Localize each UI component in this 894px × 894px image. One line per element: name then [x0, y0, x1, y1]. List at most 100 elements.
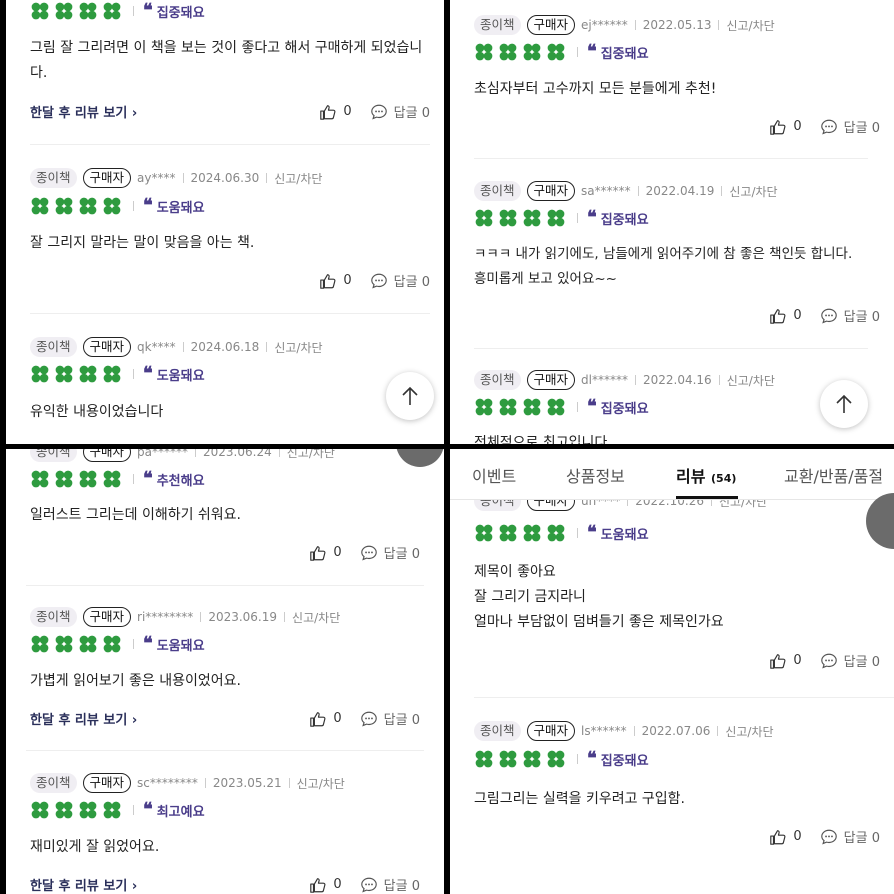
rating-label: 집중돼요 [600, 212, 649, 228]
thumbs-up-icon[interactable] [309, 876, 327, 894]
clover-icon [102, 801, 122, 819]
buyer-tag: 구매자 [526, 15, 576, 35]
review-text-line: 얼마나 부담없이 덤벼들기 좋은 제목인가요 [474, 614, 724, 630]
clover-icon [102, 365, 122, 383]
tab-exchange-return[interactable]: 교환/반품/품절 [784, 463, 883, 487]
review-item: 종이책 구매자 pa****** 2023.06.24 신고/차단 ❝ 추천해요… [30, 449, 430, 569]
reply-label[interactable]: 답글 0 [844, 651, 880, 670]
report-block-link[interactable]: 신고/차단 [274, 170, 322, 187]
review-item: ❝ 집중돼요 그림 잘 그리려면 이 책을 보는 것이 좋다고 해서 구매하게 … [30, 0, 430, 125]
reply-label[interactable]: 답글 0 [394, 102, 430, 121]
arrow-up-icon [836, 394, 852, 413]
comment-icon[interactable] [820, 307, 838, 325]
comment-icon[interactable] [370, 272, 388, 290]
report-block-link[interactable]: 신고/차단 [292, 609, 340, 626]
report-block-link[interactable]: 신고/차단 [287, 449, 335, 461]
reply-label[interactable]: 답글 0 [384, 709, 420, 728]
like-count: 0 [343, 273, 352, 288]
like-count: 0 [333, 877, 342, 892]
comment-icon[interactable] [360, 544, 378, 562]
reply-label[interactable]: 답글 0 [844, 827, 880, 846]
report-block-link[interactable]: 신고/차단 [729, 183, 777, 200]
clover-icon [30, 635, 50, 653]
review-meta: 종이책 구매자 ej****** 2022.05.13 신고/차단 [474, 14, 775, 36]
rating-label: 도움돼요 [156, 200, 205, 216]
user-id: pa****** [137, 449, 189, 459]
paper-book-tag: 종이책 [30, 449, 77, 462]
rating-label: 최고예요 [156, 804, 205, 820]
report-block-link[interactable]: 신고/차단 [725, 723, 773, 740]
clover-icon [78, 365, 98, 383]
chevron-right-icon: › [131, 106, 138, 121]
clover-icon [54, 365, 74, 383]
reply-label[interactable]: 답글 0 [844, 117, 880, 136]
review-text: 제목이 좋아요 잘 그리기 금지라니 얼마나 부담없이 덤벼들기 좋은 제목인가… [474, 560, 880, 635]
thumbs-up-icon[interactable] [769, 118, 787, 136]
scroll-to-top-button[interactable] [386, 372, 434, 420]
report-block-link[interactable]: 신고/차단 [274, 339, 322, 356]
quote-icon: ❝ [143, 468, 153, 489]
comment-icon[interactable] [820, 828, 838, 846]
comment-icon[interactable] [360, 710, 378, 728]
thumbs-up-icon[interactable] [769, 828, 787, 846]
like-count: 0 [333, 545, 342, 560]
buyer-tag: 구매자 [82, 168, 132, 188]
rating-row: ❝ 집중돼요 [30, 1, 205, 21]
review-meta: 종이책 구매자 pa****** 2023.06.24 신고/차단 [30, 449, 335, 463]
like-count: 0 [793, 308, 802, 323]
review-item: 종이책 구매자 sc******** 2023.05.21 신고/차단 ❝ 최고… [30, 772, 430, 894]
quote-icon: ❝ [143, 0, 153, 21]
clover-icon [102, 470, 122, 488]
one-month-review-link[interactable]: 한달 후 리뷰 보기 › [30, 102, 137, 121]
thumbs-up-icon[interactable] [309, 710, 327, 728]
reply-label[interactable]: 답글 0 [394, 271, 430, 290]
clover-icon [522, 398, 542, 416]
report-block-link[interactable]: 신고/차단 [297, 775, 345, 792]
clover-icon [54, 801, 74, 819]
reply-label[interactable]: 답글 0 [844, 306, 880, 325]
thumbs-up-icon[interactable] [319, 272, 337, 290]
review-date: 2024.06.18 [190, 340, 260, 354]
tab-review[interactable]: 리뷰 (54) [676, 463, 736, 487]
review-meta: 종이책 구매자 sa****** 2022.04.19 신고/차단 [474, 180, 778, 202]
review-meta: 종이책 구매자 ls****** 2022.07.06 신고/차단 [474, 720, 774, 742]
clover-icon [30, 2, 50, 20]
rating-row: ❝ 집중돼요 [474, 42, 649, 62]
comment-icon[interactable] [360, 876, 378, 894]
clover-icon [498, 524, 518, 542]
one-month-review-link[interactable]: 한달 후 리뷰 보기 › [30, 875, 137, 894]
user-id: ri******** [137, 610, 194, 624]
comment-icon[interactable] [820, 652, 838, 670]
clover-icon [54, 470, 74, 488]
tab-event[interactable]: 이벤트 [472, 463, 516, 487]
review-meta: 종이책 구매자 dl****** 2022.04.16 신고/차단 [474, 369, 775, 391]
review-actions: 0 답글 0 [319, 102, 430, 121]
reply-label[interactable]: 답글 0 [384, 875, 420, 894]
scroll-to-top-button[interactable] [820, 380, 868, 428]
comment-icon[interactable] [820, 118, 838, 136]
report-block-link[interactable]: 신고/차단 [727, 372, 775, 389]
review-text: 유익한 내용이었습니다 [30, 404, 164, 420]
review-actions: 0 답글 0 [769, 306, 880, 325]
clover-icon [30, 365, 50, 383]
rating-label: 집중돼요 [600, 753, 649, 769]
one-month-review-link[interactable]: 한달 후 리뷰 보기 › [30, 709, 137, 728]
thumbs-up-icon[interactable] [769, 307, 787, 325]
review-text-line: 제목이 좋아요 [474, 564, 556, 580]
review-text: 그림 잘 그리려면 이 책을 보는 것이 좋다고 해서 구매하게 되었습니다. [30, 40, 423, 81]
review-text-line: 잘 그리기 금지라니 [474, 589, 586, 605]
review-date: 2023.06.19 [208, 610, 278, 624]
thumbs-up-icon[interactable] [309, 544, 327, 562]
comment-icon[interactable] [370, 103, 388, 121]
reply-label[interactable]: 답글 0 [384, 543, 420, 562]
tab-product-info[interactable]: 상품정보 [566, 463, 625, 487]
paper-book-tag: 종이책 [30, 337, 77, 357]
report-block-link[interactable]: 신고/차단 [726, 17, 774, 34]
thumbs-up-icon[interactable] [769, 652, 787, 670]
review-item: 종이책 구매자 sa****** 2022.04.19 신고/차단 ❝ 집중돼요… [474, 180, 880, 330]
thumbs-up-icon[interactable] [319, 103, 337, 121]
review-meta: 종이책 구매자 ay**** 2024.06.30 신고/차단 [30, 167, 322, 189]
rating-label: 도움돼요 [600, 527, 649, 543]
chevron-right-icon: › [131, 713, 138, 728]
clover-icon [498, 43, 518, 61]
